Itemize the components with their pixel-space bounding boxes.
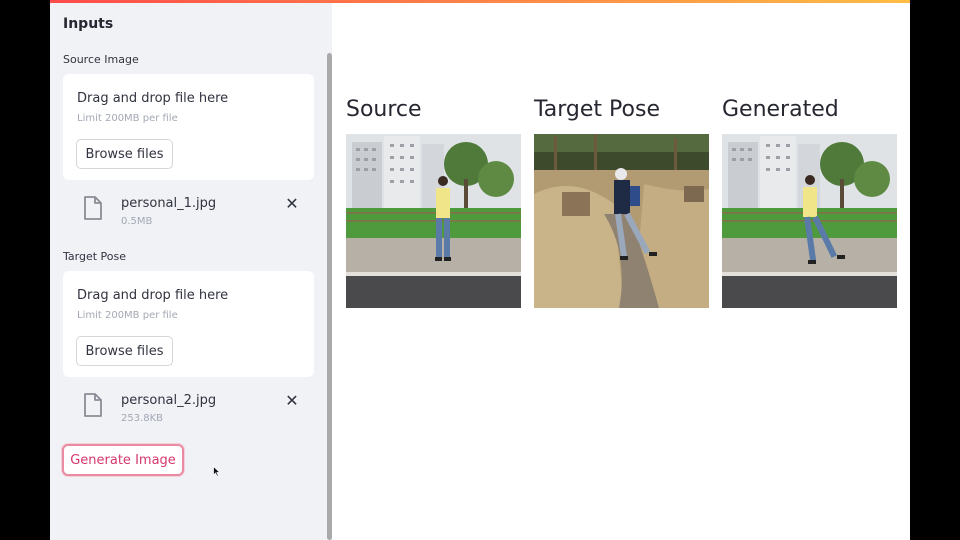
source-file-size: 0.5MB	[121, 216, 153, 227]
generate-image-button[interactable]: Generate Image	[62, 444, 184, 476]
source-browse-button[interactable]: Browse files	[76, 139, 173, 169]
sidebar-heading: Inputs	[63, 16, 114, 32]
generated-column-title: Generated	[722, 97, 839, 122]
generated-image	[722, 134, 897, 308]
target-dropzone-limit: Limit 200MB per file	[77, 310, 178, 321]
target-uploaded-file: personal_2.jpg 253.8KB ✕	[63, 385, 314, 429]
target-dropzone-title: Drag and drop file here	[77, 288, 229, 303]
sidebar: Inputs Source Image Drag and drop file h…	[50, 3, 332, 540]
source-image-label: Source Image	[63, 53, 139, 66]
source-dropzone-title: Drag and drop file here	[77, 91, 229, 106]
source-uploaded-file: personal_1.jpg 0.5MB ✕	[63, 188, 314, 232]
close-icon[interactable]: ✕	[283, 194, 301, 214]
target-dropzone[interactable]: Drag and drop file here Limit 200MB per …	[63, 271, 314, 377]
target-pose-column-title: Target Pose	[534, 97, 660, 122]
close-icon[interactable]: ✕	[283, 391, 301, 411]
app-window: Inputs Source Image Drag and drop file h…	[50, 0, 910, 540]
source-image	[346, 134, 521, 308]
target-pose-label: Target Pose	[63, 250, 126, 263]
mouse-cursor-icon	[213, 466, 221, 477]
sidebar-scrollbar[interactable]	[327, 53, 332, 540]
source-column-title: Source	[346, 97, 422, 122]
file-icon	[84, 196, 102, 220]
source-file-name: personal_1.jpg	[121, 196, 217, 211]
file-icon	[84, 393, 102, 417]
source-dropzone[interactable]: Drag and drop file here Limit 200MB per …	[63, 74, 314, 180]
source-dropzone-limit: Limit 200MB per file	[77, 113, 178, 124]
target-browse-button[interactable]: Browse files	[76, 336, 173, 366]
target-pose-image	[534, 134, 709, 308]
target-file-name: personal_2.jpg	[121, 393, 217, 408]
target-file-size: 253.8KB	[121, 413, 164, 424]
